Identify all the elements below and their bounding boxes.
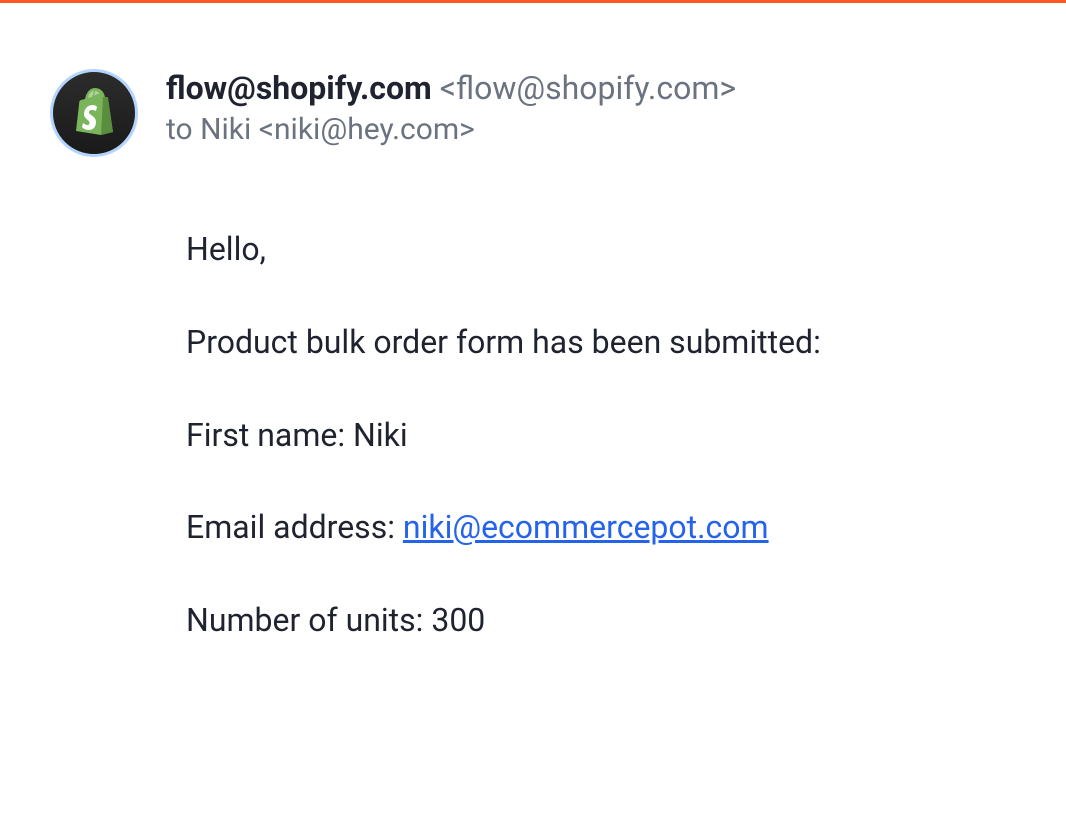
email-address-link[interactable]: niki@ecommercepot.com — [403, 508, 769, 546]
email-container: flow@shopify.com <flow@shopify.com> to N… — [0, 3, 1066, 731]
sender-line: flow@shopify.com <flow@shopify.com> — [166, 67, 736, 110]
greeting-text: Hello, — [186, 227, 1016, 272]
recipient-value: Niki <niki@hey.com> — [200, 112, 475, 147]
first-name-label: First name: — [186, 416, 353, 454]
email-header: flow@shopify.com <flow@shopify.com> to N… — [50, 65, 1016, 157]
email-body: Hello, Product bulk order form has been … — [50, 227, 1016, 643]
units-line: Number of units: 300 — [186, 598, 1016, 643]
intro-text: Product bulk order form has been submitt… — [186, 320, 1016, 365]
sender-avatar[interactable] — [50, 69, 138, 157]
recipient-line: to Niki <niki@hey.com> — [166, 112, 736, 147]
units-label: Number of units: — [186, 601, 431, 639]
sender-info: flow@shopify.com <flow@shopify.com> to N… — [166, 65, 736, 147]
recipient-prefix: to — [166, 112, 200, 147]
shopify-bag-icon — [73, 87, 115, 139]
units-value: 300 — [431, 601, 485, 639]
email-address-line: Email address: niki@ecommercepot.com — [186, 505, 1016, 550]
sender-email: <flow@shopify.com> — [440, 69, 736, 107]
sender-name: flow@shopify.com — [166, 69, 432, 107]
email-address-label: Email address: — [186, 508, 403, 546]
first-name-value: Niki — [353, 416, 408, 454]
first-name-line: First name: Niki — [186, 413, 1016, 458]
